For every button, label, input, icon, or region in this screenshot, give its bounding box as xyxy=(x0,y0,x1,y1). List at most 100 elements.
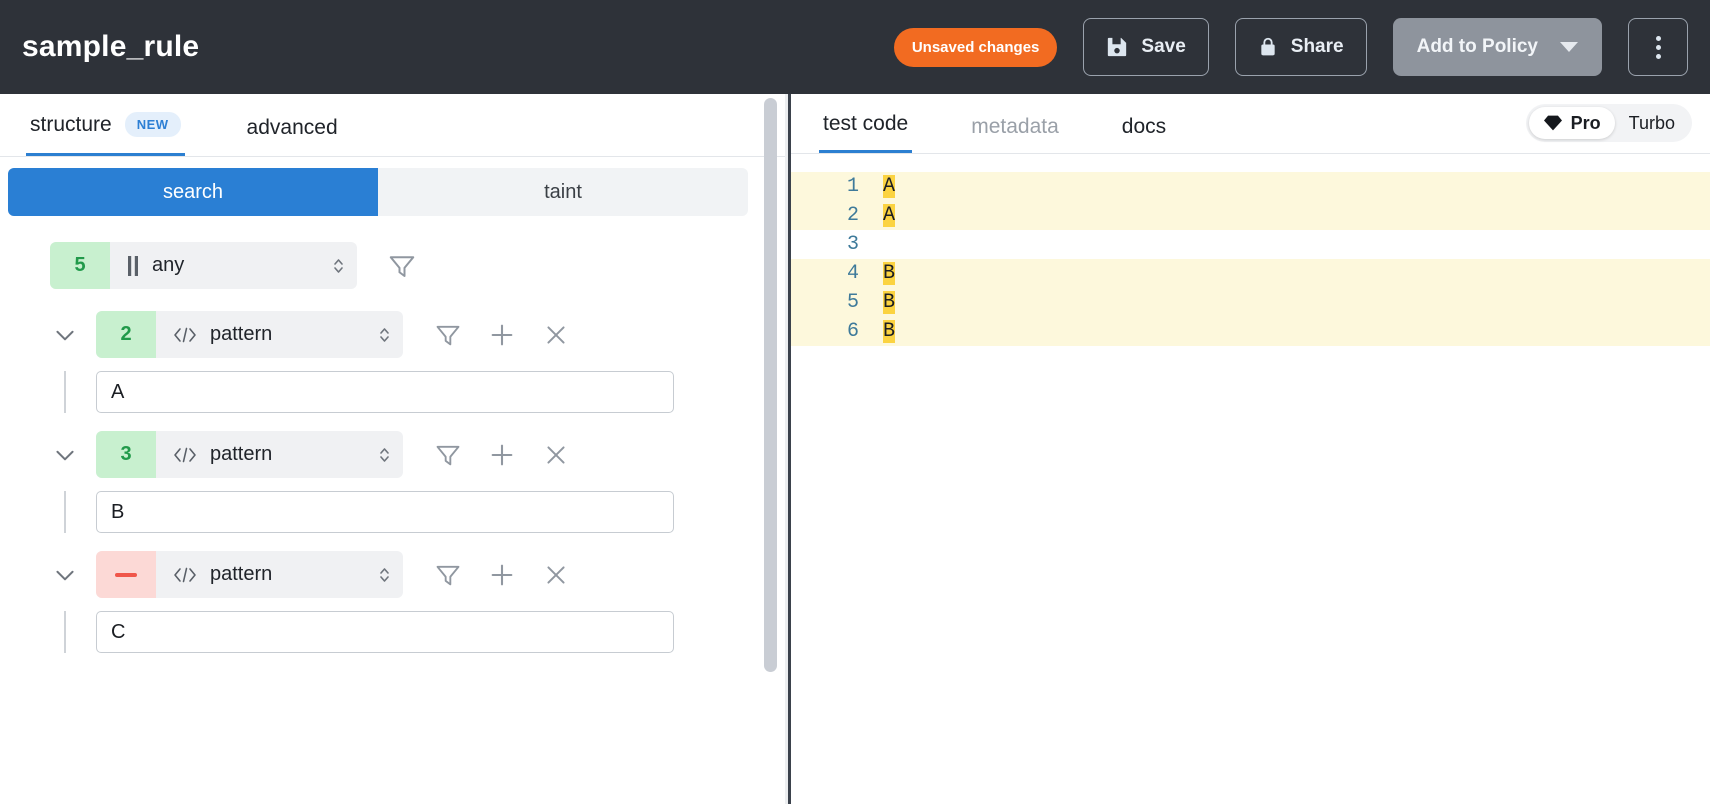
code-text: A xyxy=(883,175,895,198)
tab-docs[interactable]: docs xyxy=(1118,115,1170,153)
chevron-down-icon xyxy=(1560,42,1578,52)
pattern-control[interactable]: 3 pattern xyxy=(96,431,403,478)
pattern-add-button[interactable] xyxy=(475,552,529,598)
scrollbar-thumb[interactable] xyxy=(764,98,777,672)
engine-pro-option[interactable]: Pro xyxy=(1529,107,1615,139)
test-code-editor[interactable]: 1 A 2 A 3 4 B 5 B 6 B xyxy=(791,154,1710,804)
share-button-label: Share xyxy=(1291,36,1344,58)
pattern-remove-button[interactable] xyxy=(529,432,583,478)
mode-search-button[interactable]: search xyxy=(8,168,378,216)
pattern-value-input[interactable] xyxy=(96,371,674,413)
root-operator-select[interactable]: any xyxy=(110,242,357,289)
pattern-block: pattern xyxy=(50,551,788,671)
pattern-filter-button[interactable] xyxy=(421,552,475,598)
rule-root-row: 5 any xyxy=(50,242,788,289)
pattern-value-wrap xyxy=(50,478,788,551)
root-row-actions xyxy=(375,243,429,289)
kebab-menu-icon xyxy=(1656,36,1661,59)
tab-structure[interactable]: structure NEW xyxy=(26,112,185,156)
mode-taint-button[interactable]: taint xyxy=(378,168,748,216)
pattern-remove-button[interactable] xyxy=(529,552,583,598)
main-content: structure NEW advanced search taint 5 xyxy=(0,94,1710,804)
line-number: 2 xyxy=(791,204,883,227)
code-brackets-icon xyxy=(172,445,198,465)
pattern-type-stepper-icon xyxy=(378,325,391,345)
pattern-control[interactable]: pattern xyxy=(96,551,403,598)
tab-metadata[interactable]: metadata xyxy=(967,115,1063,153)
share-button[interactable]: Share xyxy=(1235,18,1367,76)
pattern-filter-button[interactable] xyxy=(421,312,475,358)
pattern-value-wrap xyxy=(50,358,788,431)
code-brackets-icon xyxy=(172,565,198,585)
root-operator-label: any xyxy=(152,254,184,277)
floppy-disk-icon xyxy=(1106,36,1128,58)
add-to-policy-button[interactable]: Add to Policy xyxy=(1393,18,1602,76)
header-actions: Unsaved changes Save Share Add to Policy xyxy=(894,18,1688,76)
match-highlight: B xyxy=(883,320,895,343)
unsaved-changes-badge: Unsaved changes xyxy=(894,28,1058,67)
match-highlight: A xyxy=(883,175,895,198)
pattern-add-button[interactable] xyxy=(475,312,529,358)
code-text: A xyxy=(883,204,895,227)
pattern-match-count: 2 xyxy=(96,311,156,358)
lock-icon xyxy=(1258,36,1278,58)
test-pane: test code metadata docs Pro Turbo xyxy=(791,94,1710,804)
pattern-collapse-toggle[interactable] xyxy=(50,320,80,350)
tab-test-code[interactable]: test code xyxy=(819,112,912,153)
match-highlight: B xyxy=(883,291,895,314)
line-number: 6 xyxy=(791,320,883,343)
pattern-type-stepper-icon xyxy=(378,565,391,585)
root-filter-button[interactable] xyxy=(375,243,429,289)
pattern-value-input[interactable] xyxy=(96,491,674,533)
pattern-filter-button[interactable] xyxy=(421,432,475,478)
pattern-collapse-toggle[interactable] xyxy=(50,440,80,470)
pattern-control[interactable]: 2 pattern xyxy=(96,311,403,358)
no-match-dash-icon xyxy=(115,573,137,577)
pattern-type-select[interactable]: pattern xyxy=(156,551,403,598)
line-number: 3 xyxy=(791,233,883,256)
code-line: 6 B xyxy=(791,317,1710,346)
match-highlight: B xyxy=(883,262,895,285)
rule-tree: 5 any xyxy=(0,216,788,671)
more-options-button[interactable] xyxy=(1628,18,1688,76)
pattern-row: pattern xyxy=(50,551,788,598)
pattern-row-actions xyxy=(421,432,583,478)
diamond-icon xyxy=(1543,114,1563,132)
pattern-type-select[interactable]: pattern xyxy=(156,311,403,358)
save-button[interactable]: Save xyxy=(1083,18,1208,76)
save-button-label: Save xyxy=(1141,36,1185,58)
pattern-type-label: pattern xyxy=(210,443,272,466)
code-line: 3 xyxy=(791,230,1710,259)
pattern-collapse-toggle[interactable] xyxy=(50,560,80,590)
code-text: B xyxy=(883,262,895,285)
pattern-match-count: 3 xyxy=(96,431,156,478)
editor-scrollbar[interactable] xyxy=(764,94,777,804)
pattern-block: 2 pattern xyxy=(50,311,788,431)
root-operator-control[interactable]: 5 any xyxy=(50,242,357,289)
mode-toggle: search taint xyxy=(8,168,748,216)
rule-editor-pane: structure NEW advanced search taint 5 xyxy=(0,94,788,804)
engine-turbo-option[interactable]: Turbo xyxy=(1615,107,1689,139)
pattern-row-actions xyxy=(421,312,583,358)
code-line: 2 A xyxy=(791,201,1710,230)
pattern-block: 3 pattern xyxy=(50,431,788,551)
line-number: 4 xyxy=(791,262,883,285)
tree-guide-line xyxy=(50,491,80,533)
pattern-value-input[interactable] xyxy=(96,611,674,653)
mode-toggle-wrap: search taint xyxy=(0,157,788,216)
engine-toggle: Pro Turbo xyxy=(1526,104,1692,142)
tab-advanced[interactable]: advanced xyxy=(243,116,342,156)
tab-advanced-label: advanced xyxy=(247,116,338,140)
pane-edge xyxy=(785,94,788,804)
pattern-remove-button[interactable] xyxy=(529,312,583,358)
line-number: 1 xyxy=(791,175,883,198)
pattern-value-wrap xyxy=(50,598,788,671)
pattern-add-button[interactable] xyxy=(475,432,529,478)
app-header: sample_rule Unsaved changes Save Share A… xyxy=(0,0,1710,94)
pattern-type-select[interactable]: pattern xyxy=(156,431,403,478)
pattern-row-actions xyxy=(421,552,583,598)
new-badge: NEW xyxy=(125,112,181,137)
add-to-policy-label: Add to Policy xyxy=(1417,36,1538,58)
tree-guide-line xyxy=(50,611,80,653)
root-match-count: 5 xyxy=(50,242,110,289)
